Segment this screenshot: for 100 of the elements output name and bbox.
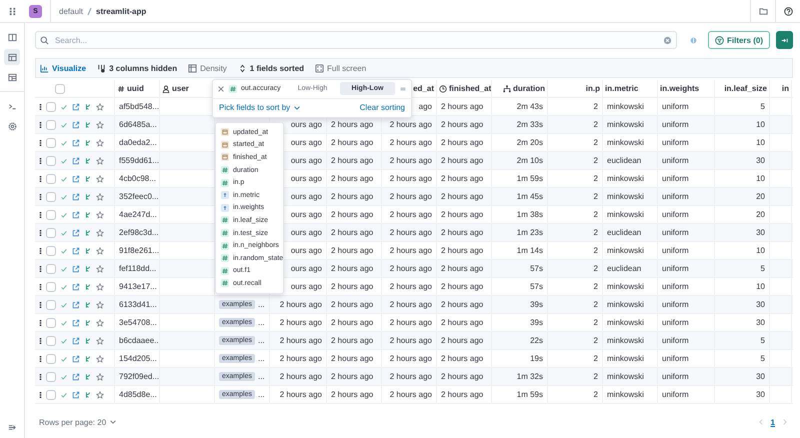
expand-icon[interactable]: [8, 423, 16, 432]
branch-icon[interactable]: [84, 300, 92, 308]
more-tags[interactable]: ...: [258, 390, 265, 399]
branch-icon[interactable]: [84, 228, 92, 236]
external-link-icon[interactable]: [72, 354, 80, 362]
branch-icon[interactable]: [84, 336, 92, 344]
row-menu-icon[interactable]: [39, 246, 42, 254]
external-link-icon[interactable]: [72, 282, 80, 290]
row-menu-icon[interactable]: [39, 210, 42, 218]
branch-icon[interactable]: [84, 390, 92, 398]
toolbar-button[interactable]: Visualize: [40, 64, 86, 72]
row-checkbox[interactable]: [46, 246, 56, 256]
row-checkbox[interactable]: [46, 228, 56, 238]
star-icon[interactable]: [96, 138, 104, 146]
external-link-icon[interactable]: [72, 210, 80, 218]
row-checkbox[interactable]: [46, 372, 56, 382]
column-header[interactable]: in: [782, 84, 789, 93]
branch-icon[interactable]: [84, 372, 92, 380]
external-link-icon[interactable]: [72, 264, 80, 272]
external-link-icon[interactable]: [72, 174, 80, 182]
toolbar-button[interactable]: 1 fields sorted: [238, 64, 304, 72]
row-checkbox[interactable]: [46, 174, 56, 184]
external-link-icon[interactable]: [72, 120, 80, 128]
row-checkbox[interactable]: [46, 120, 56, 130]
row-menu-icon[interactable]: [39, 318, 42, 326]
more-tags[interactable]: ...: [258, 372, 265, 381]
star-icon[interactable]: [96, 318, 104, 326]
star-icon[interactable]: [96, 102, 104, 110]
branch-icon[interactable]: [84, 264, 92, 272]
branch-icon[interactable]: [84, 282, 92, 290]
row-menu-icon[interactable]: [39, 264, 42, 272]
column-header[interactable]: finished_at: [449, 84, 491, 93]
row-checkbox[interactable]: [46, 390, 56, 400]
row-menu-icon[interactable]: [39, 300, 42, 308]
breadcrumb-link[interactable]: streamlit-app: [96, 6, 146, 16]
row-menu-icon[interactable]: [39, 192, 42, 200]
column-header[interactable]: uuid: [127, 84, 144, 93]
star-icon[interactable]: [96, 192, 104, 200]
star-icon[interactable]: [96, 336, 104, 344]
select-all-checkbox[interactable]: [55, 84, 65, 94]
star-icon[interactable]: [96, 282, 104, 290]
sidebar-item[interactable]: [4, 49, 20, 65]
star-icon[interactable]: [96, 354, 104, 362]
row-menu-icon[interactable]: [39, 156, 42, 164]
row-checkbox[interactable]: [46, 336, 56, 346]
toolbar-button[interactable]: Density: [188, 64, 227, 72]
star-icon[interactable]: [96, 372, 104, 380]
breadcrumb-link[interactable]: default: [59, 6, 84, 16]
more-tags[interactable]: ...: [258, 336, 265, 345]
rows-per-page-select[interactable]: Rows per page: 20: [39, 418, 118, 426]
external-link-icon[interactable]: [72, 336, 80, 344]
row-checkbox[interactable]: [46, 156, 56, 166]
help-icon[interactable]: [784, 6, 792, 16]
row-menu-icon[interactable]: [39, 354, 42, 362]
row-checkbox[interactable]: [46, 318, 56, 328]
more-tags[interactable]: ...: [258, 318, 265, 327]
search-field[interactable]: Search...: [53, 34, 659, 46]
row-menu-icon[interactable]: [39, 390, 42, 398]
column-header[interactable]: in.leaf_size: [724, 84, 767, 93]
row-checkbox[interactable]: [46, 264, 56, 274]
star-icon[interactable]: [96, 210, 104, 218]
close-icon[interactable]: [217, 84, 225, 93]
external-link-icon[interactable]: [72, 228, 80, 236]
external-link-icon[interactable]: [72, 138, 80, 146]
clear-sorting-link[interactable]: Clear sorting: [360, 103, 405, 112]
row-menu-icon[interactable]: [39, 138, 42, 146]
row-checkbox[interactable]: [46, 354, 56, 364]
row-menu-icon[interactable]: [39, 120, 42, 128]
star-icon[interactable]: [96, 300, 104, 308]
row-menu-icon[interactable]: [39, 282, 42, 290]
pick-fields-dropdown[interactable]: Pick fields to sort by: [219, 103, 302, 112]
apps-icon[interactable]: [8, 6, 17, 16]
row-checkbox[interactable]: [46, 138, 56, 148]
star-icon[interactable]: [96, 120, 104, 128]
external-link-icon[interactable]: [72, 102, 80, 110]
external-link-icon[interactable]: [72, 156, 80, 164]
row-menu-icon[interactable]: [39, 102, 42, 110]
branch-icon[interactable]: [84, 138, 92, 146]
row-checkbox[interactable]: [46, 102, 56, 112]
column-header[interactable]: in.weights: [660, 84, 700, 93]
more-tags[interactable]: ...: [258, 300, 265, 309]
row-checkbox[interactable]: [46, 300, 56, 310]
branch-icon[interactable]: [84, 156, 92, 164]
star-icon[interactable]: [96, 246, 104, 254]
toolbar-button[interactable]: Full screen: [315, 64, 366, 72]
row-menu-icon[interactable]: [39, 228, 42, 236]
external-link-icon[interactable]: [72, 300, 80, 308]
branch-icon[interactable]: [84, 354, 92, 362]
row-checkbox[interactable]: [46, 192, 56, 202]
row-menu-icon[interactable]: [39, 174, 42, 182]
external-link-icon[interactable]: [72, 318, 80, 326]
folder-icon[interactable]: [758, 6, 768, 16]
more-tags[interactable]: ...: [258, 354, 265, 363]
row-checkbox[interactable]: [46, 210, 56, 220]
branch-icon[interactable]: [84, 174, 92, 182]
external-link-icon[interactable]: [72, 372, 80, 380]
external-link-icon[interactable]: [72, 390, 80, 398]
row-menu-icon[interactable]: [39, 336, 42, 344]
star-icon[interactable]: [96, 156, 104, 164]
column-header[interactable]: in.metric: [605, 84, 638, 93]
